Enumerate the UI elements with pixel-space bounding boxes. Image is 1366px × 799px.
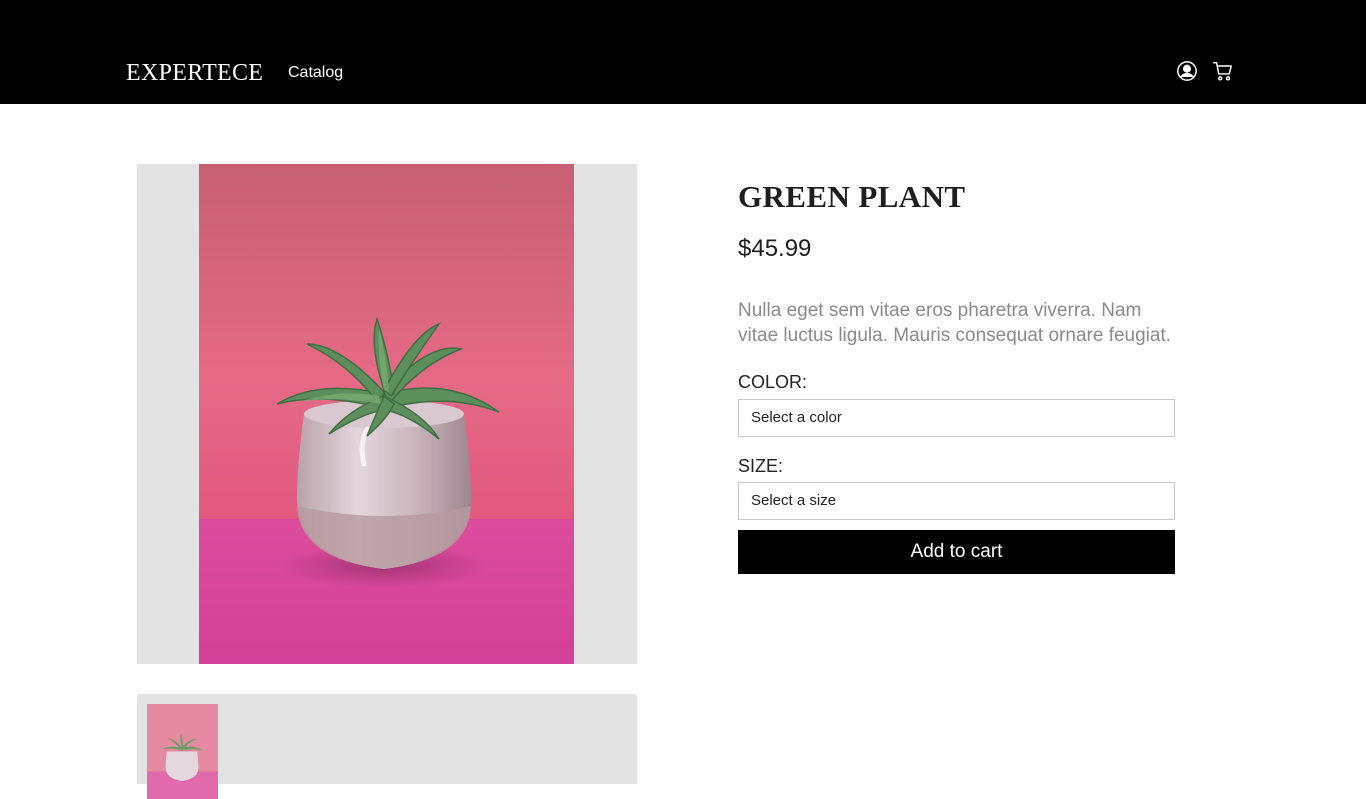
- product-title: GREEN PLANT: [738, 179, 966, 214]
- site-header: EXPERTECE Catalog: [0, 0, 1366, 104]
- main-image-frame: [137, 164, 637, 664]
- product-main-image[interactable]: [199, 164, 574, 664]
- size-select[interactable]: Select a size: [738, 482, 1175, 520]
- color-label: COLOR:: [738, 372, 808, 392]
- site-logo[interactable]: EXPERTECE: [126, 58, 263, 88]
- product-description: Nulla eget sem vitae eros pharetra viver…: [738, 300, 1172, 346]
- user-circle-icon[interactable]: [1176, 60, 1198, 82]
- color-select[interactable]: Select a color: [738, 399, 1175, 437]
- cart-icon[interactable]: [1212, 60, 1234, 82]
- nav-link-catalog[interactable]: Catalog: [288, 62, 343, 84]
- thumbnail-image[interactable]: [147, 704, 218, 799]
- size-label: SIZE:: [738, 456, 784, 476]
- thumbnail-strip: [137, 694, 637, 799]
- product-price: $45.99: [738, 235, 812, 262]
- add-to-cart-button[interactable]: Add to cart: [738, 530, 1175, 574]
